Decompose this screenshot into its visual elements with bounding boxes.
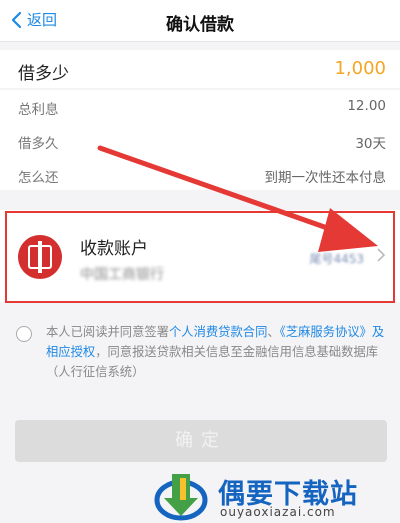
nav-bar: 返回 确认借款 [0, 0, 400, 42]
detail-row-term: 借多久 30天 [0, 132, 400, 156]
receiving-account-selector[interactable]: 收款账户 中国工商银行 尾号4453 [0, 210, 400, 302]
detail-label: 总利息 [18, 102, 59, 118]
page-title: 确认借款 [166, 15, 234, 35]
watermark-url: ouyaoxiazai.com [220, 505, 336, 519]
confirm-button[interactable]: 确定 [15, 420, 387, 462]
agreement-section: 本人已阅读并同意签署个人消费贷款合同、《芝麻服务协议》及相应授权，同意报送贷款相… [0, 318, 400, 388]
bank-name: 中国工商银行 [80, 264, 164, 284]
loan-amount-row[interactable]: 借多少 1,000 [0, 50, 400, 88]
agreement-checkbox[interactable] [16, 326, 32, 342]
download-site-logo-icon [154, 474, 208, 521]
detail-row-interest: 总利息 12.00 [0, 98, 400, 122]
chevron-right-icon [377, 248, 386, 262]
account-tail-number: 尾号4453 [309, 252, 364, 266]
agreement-text-2: ，同意报送贷款相关信息至金融信用信息基础数据库（人行征信系统） [46, 345, 379, 379]
agreement-sep: 、 [267, 325, 280, 339]
icbc-logo-icon [18, 235, 62, 279]
agreement-text-1: 本人已阅读并同意签署 [46, 325, 169, 339]
detail-value: 到期一次性还本付息 [264, 170, 387, 186]
amount-value: 1,000 [334, 58, 386, 79]
agreement-text: 本人已阅读并同意签署个人消费贷款合同、《芝麻服务协议》及相应授权，同意报送贷款相… [46, 322, 391, 382]
detail-value: 12.00 [347, 98, 386, 114]
loan-details: 总利息 12.00 借多久 30天 怎么还 到期一次性还本付息 [0, 90, 400, 190]
loan-contract-link[interactable]: 个人消费贷款合同 [169, 325, 267, 339]
detail-label: 怎么还 [18, 170, 59, 186]
bank-name-text: 中国工商银行 [80, 267, 164, 283]
detail-value: 30天 [355, 136, 386, 152]
amount-label: 借多少 [18, 64, 69, 84]
detail-row-repay: 怎么还 到期一次性还本付息 [0, 166, 400, 190]
detail-label: 借多久 [18, 136, 59, 152]
account-title: 收款账户 [80, 239, 148, 259]
site-watermark: 偶要下载站 ouyaoxiazai.com [150, 470, 400, 523]
